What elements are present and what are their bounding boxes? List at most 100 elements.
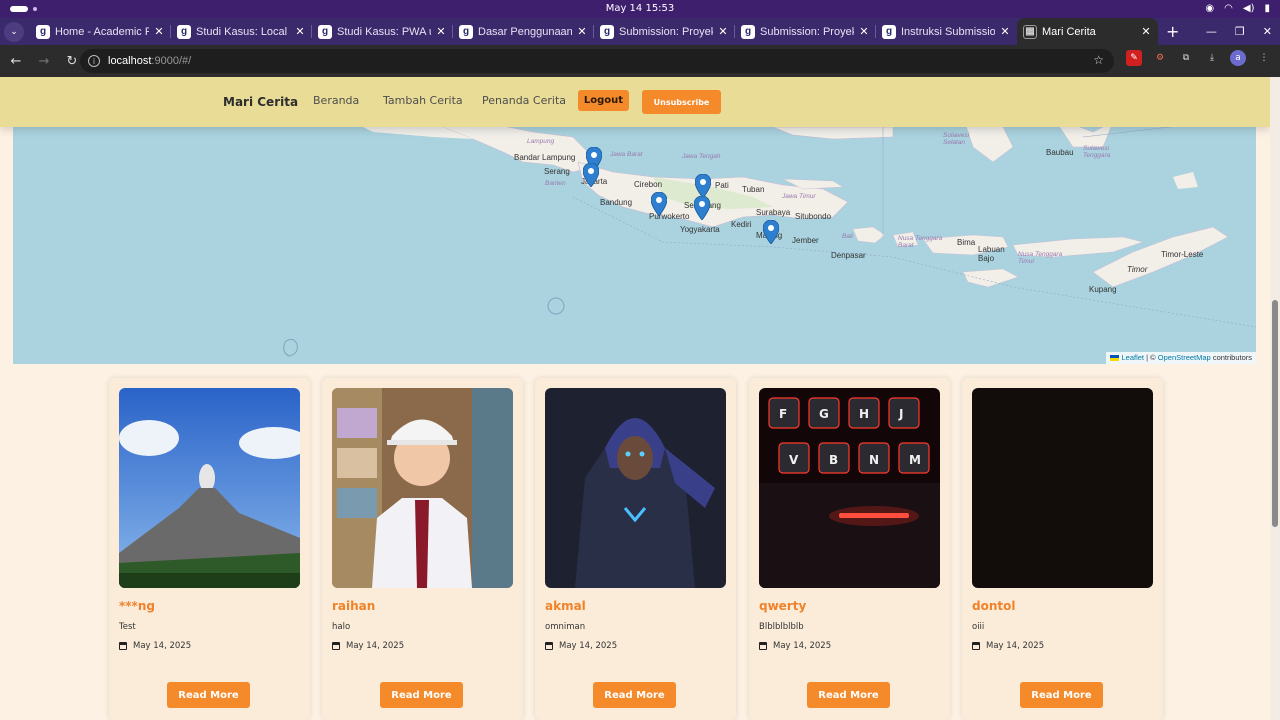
- window-close-icon[interactable]: ✕: [1263, 25, 1272, 38]
- read-more-button[interactable]: Read More: [807, 682, 890, 708]
- page-scrollbar[interactable]: [1270, 77, 1280, 720]
- close-icon[interactable]: ✕: [1140, 25, 1152, 38]
- back-icon[interactable]: ←: [4, 54, 28, 69]
- map-label: Sulawesi Selatan: [943, 132, 970, 146]
- svg-text:B: B: [829, 453, 838, 467]
- calendar-icon: [972, 642, 980, 650]
- scrollbar-thumb[interactable]: [1272, 300, 1278, 527]
- map-label: Jawa Barat: [610, 151, 643, 158]
- close-icon[interactable]: ✕: [717, 25, 729, 38]
- calendar-icon: [332, 642, 340, 650]
- nav-link-add-story[interactable]: Tambah Cerita: [383, 94, 463, 107]
- map-label: Pati: [715, 181, 729, 190]
- story-author: dontol: [972, 599, 1016, 613]
- nav-link-home[interactable]: Beranda: [313, 94, 359, 107]
- calendar-icon: [119, 642, 127, 650]
- address-bar[interactable]: i localhost:9000/#/ ☆: [80, 49, 1114, 73]
- browser-tab[interactable]: g Studi Kasus: Local Da ✕: [171, 18, 312, 45]
- story-description: halo: [332, 622, 351, 632]
- map-marker-icon[interactable]: [583, 163, 599, 187]
- url-text[interactable]: localhost:9000/#/: [108, 55, 191, 67]
- dicoding-icon: g: [600, 24, 614, 39]
- svg-text:F: F: [779, 407, 787, 421]
- map-label: Timor: [1127, 265, 1148, 274]
- new-tab-button[interactable]: +: [1166, 22, 1179, 41]
- map-marker-icon[interactable]: [694, 196, 710, 220]
- tab-title: Studi Kasus: PWA un: [337, 25, 431, 38]
- minimize-icon[interactable]: —: [1206, 25, 1217, 38]
- browser-toolbar: ← → ↻ i localhost:9000/#/ ☆ ✎ ⚙ ⧉ ⤓ a ⋮: [0, 45, 1280, 77]
- browser-tab[interactable]: g Home - Academic Pro ✕: [30, 18, 171, 45]
- read-more-button[interactable]: Read More: [380, 682, 463, 708]
- close-icon[interactable]: ✕: [294, 25, 306, 38]
- browser-tab-active[interactable]: ▦ Mari Cerita ✕: [1017, 18, 1158, 45]
- camera-icon: ◉: [1205, 3, 1215, 14]
- map-label: Nusa Tenggara Barat: [898, 235, 943, 249]
- browser-tab[interactable]: g Submission: Proyek | ✕: [735, 18, 876, 45]
- story-date: May 14, 2025: [332, 641, 404, 651]
- tab-title: Dasar Penggunaan C: [478, 25, 572, 38]
- close-icon[interactable]: ✕: [576, 25, 588, 38]
- unsubscribe-button[interactable]: Unsubscribe: [642, 90, 721, 114]
- logout-button[interactable]: Logout: [578, 90, 629, 111]
- tab-search-button[interactable]: ⌄: [4, 21, 24, 42]
- map-label: Banten: [545, 180, 566, 187]
- extension-icon[interactable]: ⚙: [1152, 50, 1168, 66]
- tab-title: Home - Academic Pro: [55, 25, 149, 38]
- system-tray[interactable]: ◉ ◠ ◀) ▮: [1205, 3, 1270, 14]
- map-marker-icon[interactable]: [763, 220, 779, 244]
- close-icon[interactable]: ✕: [153, 25, 165, 38]
- browser-tab[interactable]: g Instruksi Submission ✕: [876, 18, 1017, 45]
- story-description: omniman: [545, 622, 586, 632]
- map-label: Timor-Leste: [1161, 250, 1204, 259]
- map-label: Bandung: [600, 198, 633, 207]
- wifi-icon: ◠: [1224, 3, 1233, 14]
- read-more-button[interactable]: Read More: [593, 682, 676, 708]
- map-label: Cirebon: [634, 180, 663, 189]
- map-label: Yogyakarta: [680, 225, 720, 234]
- tab-title: Submission: Proyek |: [760, 25, 854, 38]
- map-label: Nusa Tenggara Timur: [1018, 251, 1063, 265]
- map-label: Baubau: [1046, 148, 1074, 157]
- browser-tab[interactable]: g Studi Kasus: PWA un ✕: [312, 18, 453, 45]
- map-label: Surabaya: [756, 208, 791, 217]
- forward-icon[interactable]: →: [32, 54, 56, 69]
- pdf-extension-icon[interactable]: ✎: [1126, 50, 1142, 66]
- puzzle-icon[interactable]: ⧉: [1178, 50, 1194, 66]
- site-info-icon[interactable]: i: [88, 55, 100, 67]
- story-date-text: May 14, 2025: [559, 641, 618, 651]
- dark-photo: [972, 388, 1153, 588]
- download-icon[interactable]: ⤓: [1204, 50, 1220, 66]
- read-more-button[interactable]: Read More: [167, 682, 250, 708]
- attribution-separator: | ©: [1146, 353, 1156, 362]
- map-marker-icon[interactable]: [695, 174, 711, 198]
- story-author: raihan: [332, 599, 376, 613]
- browser-tab[interactable]: g Submission: Proyek | ✕: [594, 18, 735, 45]
- map-label: Jember: [792, 236, 819, 245]
- svg-text:M: M: [909, 453, 921, 467]
- os-clock[interactable]: May 14 15:53: [0, 3, 1280, 14]
- close-icon[interactable]: ✕: [999, 25, 1011, 38]
- story-card: akmal omniman May 14, 2025 Read More: [535, 378, 736, 720]
- maximize-icon[interactable]: ❐: [1235, 25, 1245, 38]
- menu-kebab-icon[interactable]: ⋮: [1256, 50, 1272, 66]
- story-date-text: May 14, 2025: [346, 641, 405, 651]
- bookmark-star-icon[interactable]: ☆: [1093, 53, 1104, 67]
- profile-avatar[interactable]: a: [1230, 50, 1246, 66]
- osm-link[interactable]: OpenStreetMap: [1158, 353, 1211, 362]
- nav-link-bookmarks[interactable]: Penanda Cerita: [482, 94, 566, 107]
- leaflet-link[interactable]: Leaflet: [1121, 353, 1144, 362]
- close-icon[interactable]: ✕: [858, 25, 870, 38]
- app-brand[interactable]: Mari Cerita: [223, 95, 298, 109]
- map-label: Bima: [957, 238, 976, 247]
- story-date-text: May 14, 2025: [773, 641, 832, 651]
- svg-text:N: N: [869, 453, 879, 467]
- story-author: akmal: [545, 599, 586, 613]
- browser-tab[interactable]: g Dasar Penggunaan C ✕: [453, 18, 594, 45]
- map-label: Sulawesi Tenggara: [1083, 145, 1111, 159]
- map-marker-icon[interactable]: [651, 192, 667, 216]
- read-more-button[interactable]: Read More: [1020, 682, 1103, 708]
- extensions-area: ✎ ⚙ ⧉ ⤓ a ⋮: [1126, 50, 1272, 66]
- close-icon[interactable]: ✕: [435, 25, 447, 38]
- dicoding-icon: g: [36, 24, 50, 39]
